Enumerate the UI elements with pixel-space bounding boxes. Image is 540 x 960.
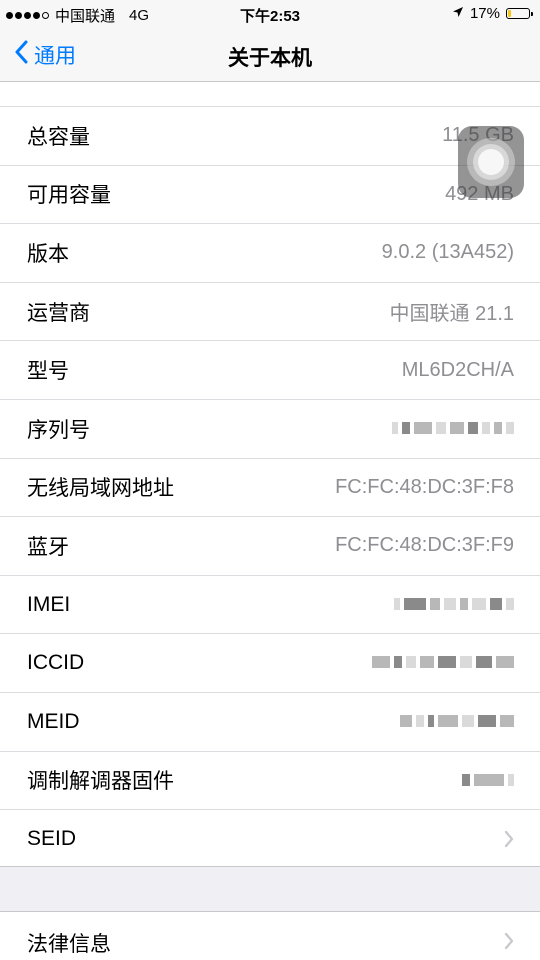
- navigation-bar: 通用 关于本机: [0, 28, 540, 82]
- row-carrier: 运营商 中国联通 21.1: [0, 281, 540, 341]
- redacted-value: [392, 421, 514, 434]
- row-imei: IMEI: [0, 574, 540, 634]
- section-gap: [0, 866, 540, 912]
- row-label: 运营商: [27, 301, 90, 325]
- row-meid: MEID: [0, 691, 540, 751]
- row-version: 版本 9.0.2 (13A452): [0, 223, 540, 282]
- row-serial: 序列号: [0, 398, 540, 458]
- row-label: 可用容量: [27, 184, 111, 208]
- battery-percent: 17%: [469, 5, 500, 22]
- about-list: 总容量 11.5 GB 可用容量 492 MB 版本 9.0.2 (13A452…: [0, 82, 540, 868]
- row-modem-firmware: 调制解调器固件: [0, 750, 540, 810]
- redacted-value: [394, 597, 514, 610]
- row-value: FC:FC:48:DC:3F:F9: [335, 534, 514, 557]
- redacted-value: [372, 656, 514, 669]
- row-model: 型号 ML6D2CH/A: [0, 340, 540, 399]
- row-label: SEID: [27, 826, 77, 850]
- chevron-right-icon: [504, 830, 514, 853]
- row-label: ICCID: [27, 651, 85, 675]
- row-value: ML6D2CH/A: [401, 358, 514, 381]
- row-label: 蓝牙: [27, 535, 69, 559]
- row-value: 9.0.2 (13A452): [381, 241, 514, 264]
- battery-fill: [508, 10, 511, 17]
- row-value: FC:FC:48:DC:3F:F8: [335, 475, 514, 498]
- list-item-partial: [0, 82, 540, 106]
- redacted-value: [462, 773, 514, 786]
- assistive-touch-button[interactable]: [458, 126, 524, 198]
- row-iccid: ICCID: [0, 633, 540, 692]
- status-bar: 中国联通 4G 下午2:53 17%: [0, 0, 540, 28]
- row-label: 法律信息: [27, 933, 111, 956]
- battery-icon: [506, 8, 533, 19]
- chevron-right-icon: [504, 932, 514, 955]
- row-label: IMEI: [27, 592, 71, 616]
- row-label: 序列号: [27, 418, 90, 442]
- page-title: 关于本机: [228, 47, 312, 70]
- row-label: MEID: [27, 709, 80, 733]
- row-label: 无线局域网地址: [27, 477, 174, 501]
- location-arrow-icon: [452, 5, 464, 22]
- row-label: 型号: [27, 360, 69, 384]
- row-label: 版本: [27, 242, 69, 266]
- redacted-value: [400, 714, 514, 727]
- row-seid[interactable]: SEID: [0, 809, 540, 868]
- row-label: 总容量: [27, 125, 90, 149]
- row-bluetooth: 蓝牙 FC:FC:48:DC:3F:F9: [0, 516, 540, 575]
- row-value: 中国联通 21.1: [389, 303, 514, 326]
- row-label: 调制解调器固件: [27, 770, 174, 794]
- status-right: 17%: [452, 5, 533, 22]
- row-legal[interactable]: 法律信息: [0, 912, 540, 960]
- row-wifi-address: 无线局域网地址 FC:FC:48:DC:3F:F8: [0, 457, 540, 517]
